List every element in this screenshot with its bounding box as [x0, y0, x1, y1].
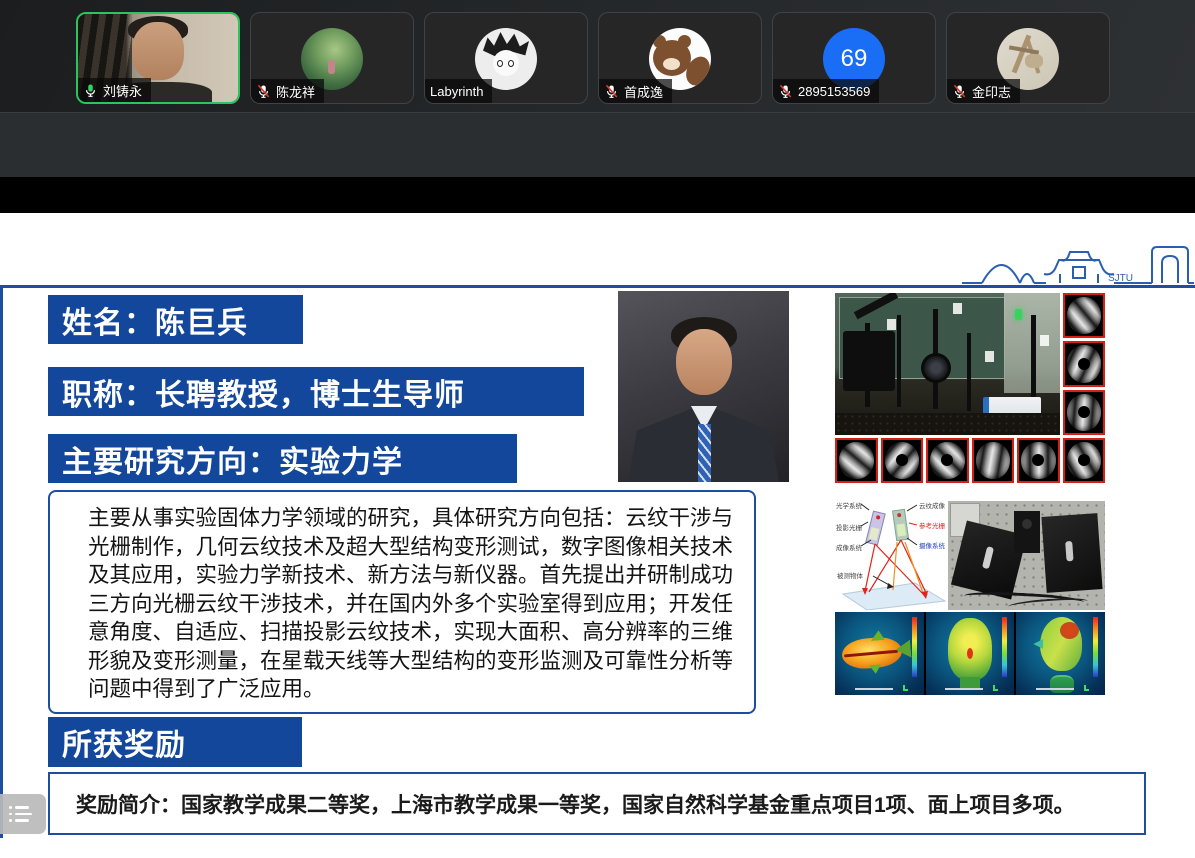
participant-namebar: Labyrinth	[425, 79, 492, 103]
mic-muted-icon	[778, 84, 793, 99]
participant-name: 陈龙祥	[276, 82, 315, 101]
3d-scan-results	[835, 612, 1105, 695]
title-banner: 职称：长聘教授，博士生导师	[48, 367, 584, 416]
mic-muted-icon	[256, 84, 271, 99]
letterbox-band	[0, 177, 1195, 213]
scan-head-profile	[1016, 612, 1105, 695]
fringe-pattern	[1063, 293, 1106, 338]
awards-banner: 所获奖励	[48, 717, 302, 767]
fringe-pattern	[881, 438, 924, 483]
moire-system-diagram: 光学系统 投影光栅 成像系统 云纹成像 参考光栅 摄像系统 被测物体	[835, 498, 948, 610]
svg-text:参考光栅: 参考光栅	[919, 521, 946, 530]
name-banner: 姓名：陈巨兵	[48, 295, 303, 344]
awards-summary-box: 奖励简介：国家教学成果二等奖，上海市教学成果一等奖，国家自然科学基金重点项目1项…	[48, 772, 1146, 835]
research-summary-box: 主要从事实验固体力学领域的研究，具体研究方向包括：云纹干涉与光栅制作，几何云纹技…	[48, 490, 756, 714]
research-banner: 主要研究方向：实验力学	[48, 434, 517, 483]
colorbar	[1002, 617, 1007, 677]
fringe-pattern	[1017, 438, 1060, 483]
fringe-pattern	[926, 438, 969, 483]
fringe-pattern	[1063, 438, 1106, 483]
participant-name: 金印志	[972, 82, 1011, 101]
participant-tile-liuzhuyong[interactable]: 刘铸永	[76, 12, 240, 104]
participant-name: 首成逸	[624, 82, 663, 101]
svg-text:成像系统: 成像系统	[836, 543, 863, 552]
colorbar	[1093, 617, 1098, 677]
mic-muted-icon	[604, 84, 619, 99]
thumbnail-panel-toggle-button[interactable]	[0, 794, 46, 834]
participant-tile-shouchengyi[interactable]: 首成逸	[598, 12, 762, 104]
participant-namebar: 陈龙祥	[251, 79, 324, 103]
participant-strip: 刘铸永 陈龙祥 Labyrinth	[0, 0, 1195, 113]
projector-units-photo	[948, 501, 1105, 610]
awards-summary-text: 奖励简介：国家教学成果二等奖，上海市教学成果一等奖，国家自然科学基金重点项目1项…	[76, 789, 1075, 819]
mic-on-icon	[83, 83, 98, 98]
svg-text:被测物体: 被测物体	[837, 571, 864, 580]
fringe-pattern	[1063, 341, 1106, 386]
participant-name: 2895153569	[798, 84, 870, 99]
participant-tile-chenlongxiang[interactable]: 陈龙祥	[250, 12, 414, 104]
research-summary-text: 主要从事实验固体力学领域的研究，具体研究方向包括：云纹干涉与光栅制作，几何云纹技…	[88, 504, 734, 704]
list-icon	[15, 806, 32, 822]
mic-muted-icon	[952, 84, 967, 99]
optical-lab-photo	[835, 293, 1060, 435]
slide-left-rule	[0, 285, 3, 838]
scan-fish	[835, 612, 924, 695]
participant-namebar: 刘铸永	[78, 78, 151, 102]
participant-tile-jinyinzhi[interactable]: 金印志	[946, 12, 1110, 104]
fringe-pattern	[972, 438, 1015, 483]
fringe-pattern	[835, 438, 878, 483]
meeting-window: 刘铸永 陈龙祥 Labyrinth	[0, 0, 1195, 858]
sjtu-logo-text: SJTU	[1108, 273, 1133, 284]
shared-screen-slide: SJTU 姓名：陈巨兵 职称：长聘教授，博士生导师 主要研究方向：实验力学	[0, 213, 1195, 858]
participant-name: Labyrinth	[430, 84, 483, 99]
sjtu-skyline-logo: SJTU	[960, 241, 1195, 287]
participant-namebar: 金印志	[947, 79, 1020, 103]
svg-text:投影光栅: 投影光栅	[836, 523, 863, 532]
stage-background	[0, 113, 1195, 177]
colorbar	[912, 617, 917, 677]
participant-tile-labyrinth[interactable]: Labyrinth	[424, 12, 588, 104]
participant-namebar: 2895153569	[773, 79, 879, 103]
figure-projection-system: 光学系统 投影光栅 成像系统 云纹成像 参考光栅 摄像系统 被测物体	[835, 498, 1105, 695]
svg-text:云纹成像: 云纹成像	[919, 501, 946, 510]
scan-face-front	[926, 612, 1015, 695]
professor-portrait	[618, 291, 789, 482]
participant-name: 刘铸永	[103, 81, 142, 100]
svg-text:摄像系统: 摄像系统	[919, 541, 946, 550]
fringe-pattern	[1063, 390, 1106, 435]
svg-text:光学系统: 光学系统	[836, 501, 863, 510]
figure-lab-and-fringes	[835, 293, 1105, 483]
participant-tile-2895153569[interactable]: 69 2895153569	[772, 12, 936, 104]
participant-namebar: 首成逸	[599, 79, 672, 103]
